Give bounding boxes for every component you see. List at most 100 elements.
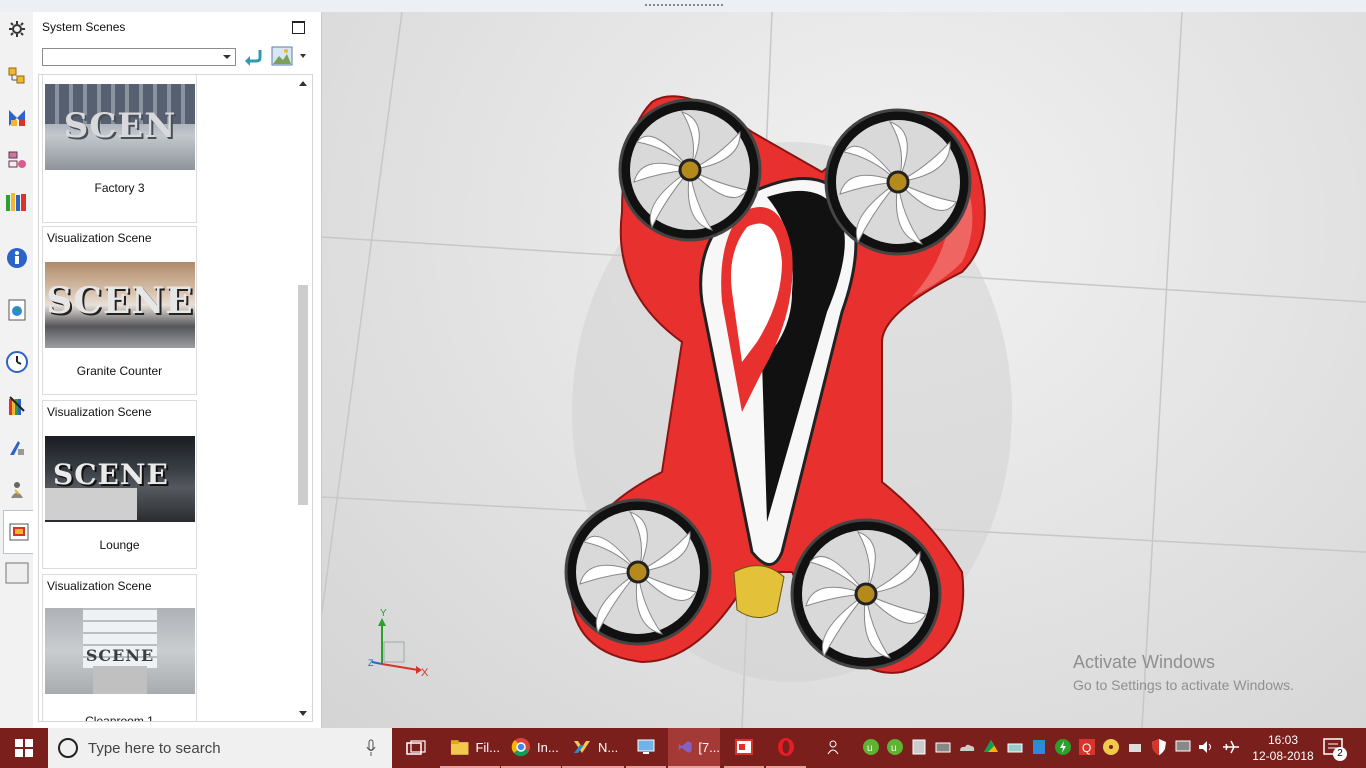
scene-name: Granite Counter <box>76 364 163 378</box>
scene-thumbnail: SCEN <box>45 84 195 170</box>
network-drive-icon[interactable] <box>1006 738 1024 756</box>
web-browser-icon[interactable] <box>4 297 30 323</box>
thumbnail-scene-text: SCENE <box>53 458 169 491</box>
activation-watermark: Activate Windows Go to Settings to activ… <box>1073 652 1294 693</box>
triad-y-label: Y <box>380 608 387 619</box>
scene-filter-dropdown[interactable] <box>42 48 236 66</box>
notification-count-badge: 2 <box>1333 747 1347 761</box>
system-scenes-panel: System Scenes SCEN Factory 3 Visualizati… <box>33 12 322 728</box>
scene-name: Cleanroom 1 <box>85 714 154 722</box>
system-clock[interactable]: 16:03 12-08-2018 <box>1251 732 1315 764</box>
airplane-mode-icon[interactable] <box>1222 738 1240 756</box>
thumbnail-scene-text: SCENE <box>85 646 155 665</box>
clock-date: 12-08-2018 <box>1252 749 1314 763</box>
task-view-button[interactable] <box>398 728 434 768</box>
taskbar-app-nx[interactable]: N... <box>562 728 624 768</box>
volume-icon[interactable] <box>1197 738 1215 756</box>
triad-z-label: Z <box>368 658 374 668</box>
scene-thumbnail: SCENE <box>45 262 195 348</box>
blank-tab-icon[interactable] <box>4 560 30 586</box>
start-button[interactable] <box>0 728 48 768</box>
graphics-window[interactable]: Y X Z Activate Windows Go to Settings to… <box>322 12 1366 728</box>
scrollbar-thumb[interactable] <box>298 285 308 505</box>
view-options-dropdown[interactable] <box>300 54 306 58</box>
history-icon[interactable] <box>4 349 30 375</box>
scene-card-granite-counter[interactable]: Visualization Scene SCENE Granite Counte… <box>42 226 197 395</box>
scroll-up-icon[interactable] <box>299 81 307 86</box>
drive-icon[interactable] <box>910 738 928 756</box>
desktop-app-icon <box>637 739 655 754</box>
thumbnail-sofa <box>45 488 137 520</box>
taskbar-app-chrome[interactable]: In... <box>501 728 561 768</box>
app-label: In... <box>537 739 559 755</box>
rotor-bottom-left <box>564 498 712 646</box>
removable-device-icon[interactable] <box>1126 738 1144 756</box>
resize-grip[interactable] <box>644 3 724 8</box>
disc-icon[interactable] <box>1102 738 1120 756</box>
chevron-down-icon <box>223 55 231 59</box>
app-label: N... <box>598 739 619 755</box>
triad-x-label: X <box>421 667 429 679</box>
chrome-icon <box>511 738 530 757</box>
opera-icon <box>778 738 794 756</box>
display-icon[interactable] <box>1174 738 1192 756</box>
resource-bar <box>0 12 34 728</box>
file-explorer-icon <box>450 740 469 755</box>
scene-type-label: Visualization Scene <box>47 231 152 245</box>
system-scenes-icon[interactable] <box>3 510 34 554</box>
utorrent-icon[interactable]: u <box>862 738 880 756</box>
constraint-navigator-icon[interactable] <box>4 105 30 131</box>
device-icon[interactable] <box>934 738 952 756</box>
manufacturing-wizard-icon[interactable] <box>4 435 30 461</box>
thumbnail-pedestal <box>93 666 147 694</box>
q-app-icon[interactable]: Q <box>1078 738 1096 756</box>
scene-card-lounge[interactable]: Visualization Scene SCENE Lounge <box>42 400 197 569</box>
search-placeholder: Type here to search <box>88 740 221 757</box>
onedrive-icon[interactable] <box>958 738 976 756</box>
process-studio-icon[interactable] <box>4 393 30 419</box>
taskbar-search-box[interactable]: Type here to search <box>48 728 392 768</box>
taskbar-app-opera[interactable] <box>766 728 806 768</box>
drive-sync-icon[interactable] <box>982 738 1000 756</box>
people-icon[interactable] <box>826 738 844 756</box>
scene-list-scrollbar[interactable] <box>295 75 311 721</box>
assembly-navigator-icon[interactable] <box>4 63 30 89</box>
gear-icon[interactable] <box>4 16 30 42</box>
clock-time: 16:03 <box>1267 733 1299 747</box>
thumbnail-view-button[interactable] <box>271 46 293 66</box>
scene-name: Lounge <box>99 538 140 552</box>
scroll-down-icon[interactable] <box>299 711 307 716</box>
scene-card-cleanroom-1[interactable]: Visualization Scene SCENE Cleanroom 1 <box>42 574 197 722</box>
visual-studio-icon <box>678 741 692 753</box>
power-icon[interactable] <box>1054 738 1072 756</box>
nx-icon <box>574 741 590 753</box>
roles-icon[interactable] <box>4 477 30 503</box>
watermark-subtitle: Go to Settings to activate Windows. <box>1073 677 1294 693</box>
reuse-library-icon[interactable] <box>4 189 30 215</box>
scene-canvas: Y X Z <box>322 12 1366 728</box>
watermark-title: Activate Windows <box>1073 652 1216 672</box>
app-label: Fil... <box>475 739 500 755</box>
hd3d-tools-icon[interactable] <box>4 245 30 271</box>
microphone-icon[interactable] <box>366 739 376 757</box>
rotor-bottom-right <box>790 518 942 670</box>
taskbar-app-visual-studio[interactable]: [7... <box>668 728 720 768</box>
svg-text:u: u <box>891 743 897 754</box>
scene-thumbnail: SCENE <box>45 608 195 694</box>
maximize-panel-button[interactable] <box>292 21 305 34</box>
thumbnail-scene-text: SCENE <box>46 280 194 322</box>
scene-name: Factory 3 <box>94 181 145 195</box>
utorrent-icon-2[interactable]: u <box>886 738 904 756</box>
security-shield-icon[interactable] <box>1150 738 1168 756</box>
scene-list: SCEN Factory 3 Visualization Scene SCENE… <box>38 74 313 722</box>
taskbar-app-file-explorer[interactable]: Fil... <box>440 728 500 768</box>
calculator-icon[interactable] <box>1030 738 1048 756</box>
svg-text:u: u <box>867 743 873 754</box>
apply-scene-button[interactable] <box>242 47 264 67</box>
taskbar-app-presentation[interactable] <box>724 728 764 768</box>
taskbar-app-desktop[interactable] <box>626 728 666 768</box>
scene-type-label: Visualization Scene <box>47 405 152 419</box>
app-label: [7... <box>698 739 720 755</box>
scene-card-factory-3[interactable]: SCEN Factory 3 <box>42 75 197 223</box>
part-navigator-icon[interactable] <box>4 147 30 173</box>
